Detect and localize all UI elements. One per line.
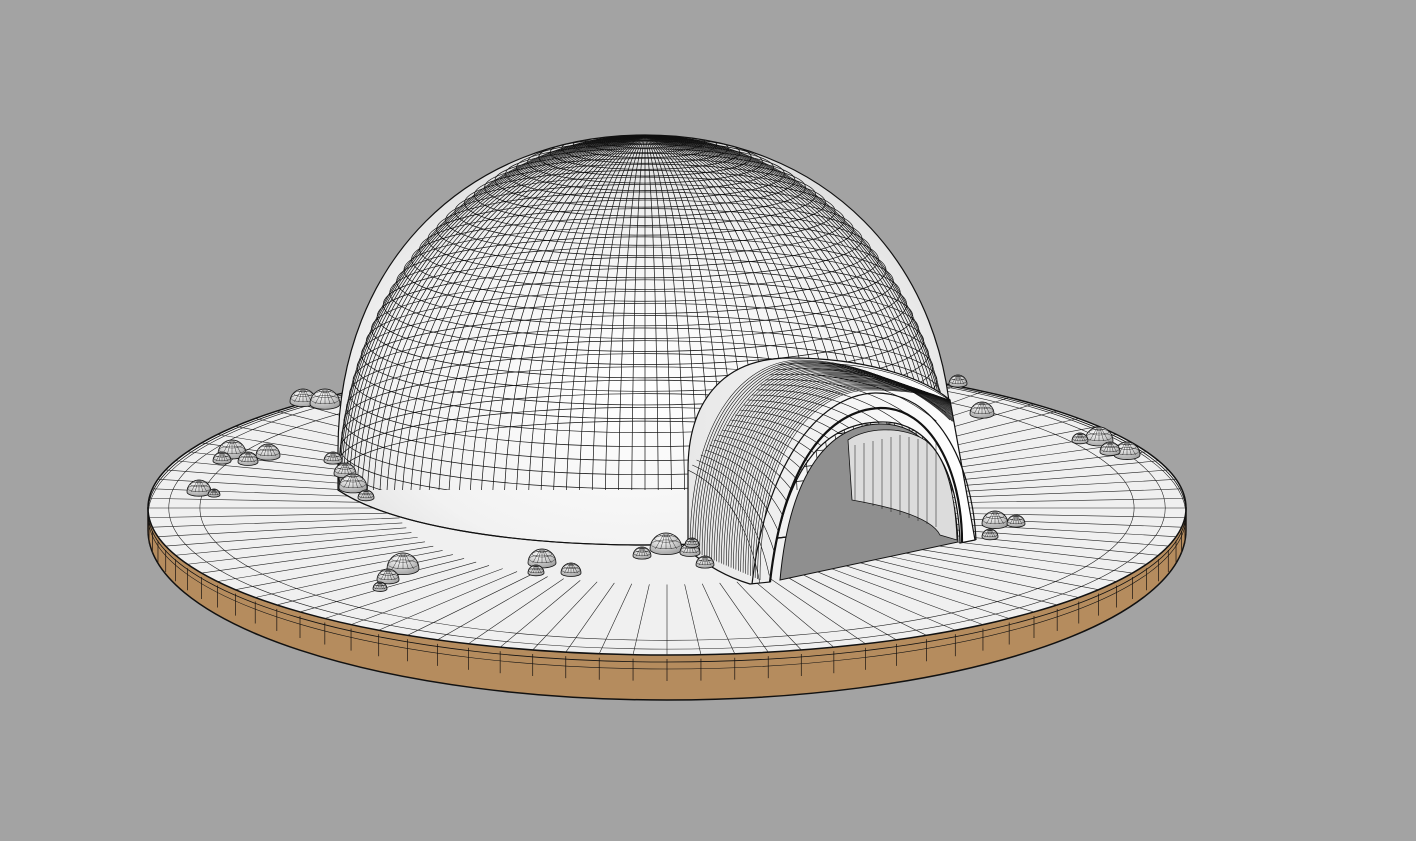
- 3d-viewport[interactable]: [0, 0, 1416, 841]
- snow-rock: [948, 374, 968, 388]
- igloo-model-render[interactable]: [0, 0, 1416, 841]
- snow-rock: [207, 488, 221, 498]
- snow-rock: [309, 388, 341, 410]
